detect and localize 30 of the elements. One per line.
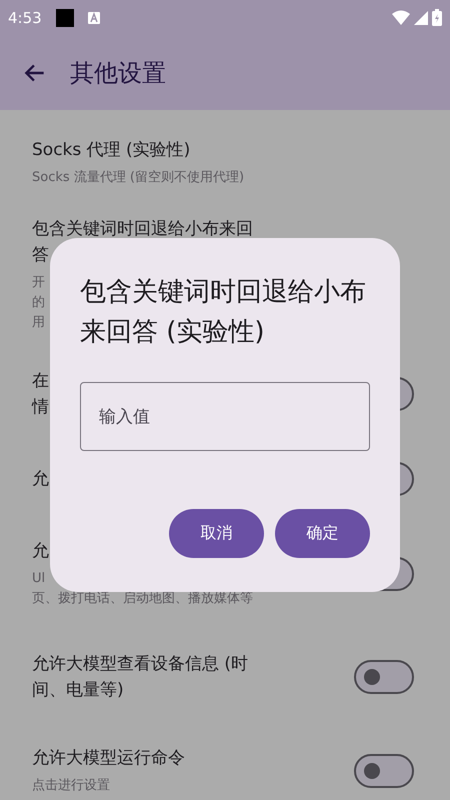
notification-icon xyxy=(88,12,100,24)
setting-description: Ul xyxy=(32,570,46,588)
setting-title: 允许大模型查看设备信息 (时 xyxy=(32,653,248,676)
setting-title: 在 xyxy=(32,370,49,393)
setting-title: 允许大模型运行命令 xyxy=(32,747,185,770)
toggle-switch[interactable] xyxy=(354,754,414,788)
dialog-title: 包含关键词时回退给小布来回答 (实验性) xyxy=(80,276,367,349)
setting-title: 允 xyxy=(32,540,49,563)
cancel-button[interactable]: 取消 xyxy=(169,509,264,558)
setting-description: 的 xyxy=(32,294,45,312)
setting-title: 允 xyxy=(32,468,49,491)
battery-icon xyxy=(432,9,442,26)
wifi-icon xyxy=(392,10,410,26)
setting-description: 页、拨打电话、启动地图、播放媒体等 xyxy=(32,590,253,608)
status-time: 4:53 xyxy=(8,8,42,26)
setting-title: Socks 代理 (实验性) xyxy=(32,139,190,162)
page-title: 其他设置 xyxy=(70,58,166,88)
setting-title: 情 xyxy=(32,396,49,419)
input-field[interactable]: 输入值 xyxy=(80,382,370,451)
setting-description: 开 xyxy=(32,274,45,292)
setting-title: 包含关键词时回退给小布来回 xyxy=(32,218,253,241)
setting-title: 间、电量等) xyxy=(32,679,124,702)
notification-icon xyxy=(56,8,74,26)
setting-description: 用 xyxy=(32,314,45,332)
signal-icon xyxy=(414,10,428,24)
setting-description: Socks 流量代理 (留空则不使用代理) xyxy=(32,169,244,187)
setting-title: 答 xyxy=(32,244,49,267)
toggle-switch[interactable] xyxy=(354,660,414,694)
setting-description: 点击进行设置 xyxy=(32,777,110,795)
confirm-button[interactable]: 确定 xyxy=(275,509,370,558)
